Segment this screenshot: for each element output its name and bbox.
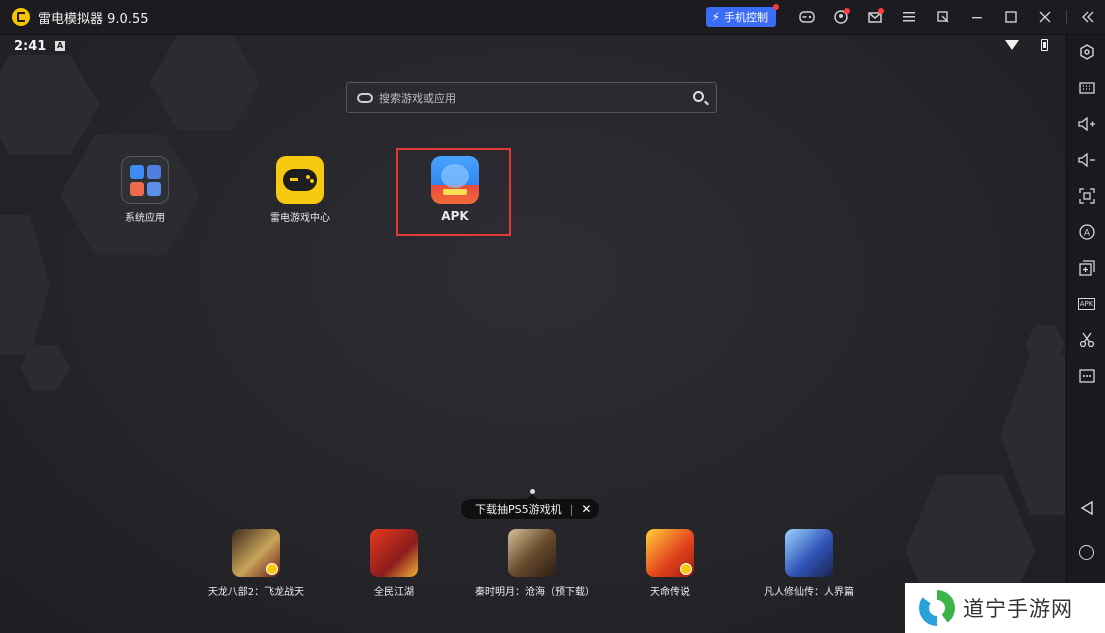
maximize-icon[interactable] [994, 0, 1028, 34]
scissors-icon [1079, 332, 1094, 348]
gamepad-icon [357, 92, 373, 103]
app-label: 系统应用 [125, 213, 165, 224]
background-hexagon [0, 215, 50, 355]
volume-down-button[interactable] [1067, 145, 1105, 175]
app-apk[interactable]: APK [429, 156, 481, 223]
settings-icon [1079, 44, 1094, 60]
android-screen[interactable]: 2:41 A 搜索游戏或应用 系统应用 雷电游戏中心 APK 下载抽PS5游戏机… [0, 35, 1065, 633]
auto-operation-icon: A [1078, 224, 1095, 240]
user-icon[interactable] [824, 0, 858, 34]
side-toolbar: A APK [1066, 35, 1105, 633]
leidian-logo-icon [12, 8, 30, 26]
home-button[interactable] [1067, 537, 1105, 567]
back-button[interactable] [1067, 493, 1105, 523]
title-bar-controls: ⚡ 手机控制 [705, 0, 1105, 34]
background-hexagon [0, 55, 100, 155]
menu-icon[interactable] [892, 0, 926, 34]
game-label: 秦时明月：沧海（预下载） [475, 587, 595, 598]
search-placeholder: 搜索游戏或应用 [379, 91, 456, 105]
game-label: 凡人修仙传：人界篇 [764, 587, 854, 598]
apk-icon: APK [1077, 298, 1096, 310]
game-icon [232, 529, 280, 577]
volume-up-icon [1077, 117, 1095, 131]
game-icon [646, 529, 694, 577]
home-icon [1079, 544, 1094, 560]
notification-dot [878, 8, 884, 14]
game-item[interactable]: 全民江湖 [339, 529, 449, 598]
leidian-badge-icon [266, 563, 278, 575]
watermark-logo-icon [919, 590, 955, 626]
game-icon [370, 529, 418, 577]
game-center-icon [276, 156, 324, 204]
close-icon[interactable]: ✕ [581, 502, 591, 516]
promo-tooltip[interactable]: 下载抽PS5游戏机 | ✕ [461, 494, 600, 519]
divider [1066, 10, 1067, 24]
multi-instance-icon [1078, 260, 1095, 276]
screenshot-icon [1078, 188, 1095, 204]
divider: | [569, 502, 574, 516]
notification-dot [844, 8, 850, 14]
watermark-text: 道宁手游网 [963, 597, 1073, 621]
game-label: 天命传说 [650, 587, 690, 598]
back-icon [1080, 500, 1093, 516]
wifi-icon [1005, 40, 1019, 50]
install-apk-button[interactable]: APK [1067, 289, 1105, 319]
folder-icon [121, 156, 169, 204]
mini-app-icon [130, 182, 144, 196]
volume-down-icon [1077, 153, 1095, 167]
app-leidian-game-center[interactable]: 雷电游戏中心 [262, 156, 338, 224]
search-icon[interactable] [693, 91, 704, 102]
game-label: 天龙八部2：飞龙战天 [207, 587, 305, 598]
lightning-icon: ⚡ [711, 10, 720, 24]
apk-app-icon [431, 156, 479, 204]
gamepad-glyph [283, 169, 317, 191]
watermark: 道宁手游网 [905, 583, 1105, 633]
mini-app-icon [130, 165, 144, 179]
clock: 2:41 [14, 39, 47, 54]
game-item[interactable]: 天龙八部2：飞龙战天 [201, 529, 311, 598]
game-item[interactable]: 天命传说 [615, 529, 725, 598]
app-title: 雷电模拟器 9.0.55 [38, 11, 149, 27]
more-icon [1078, 369, 1095, 383]
collapse-icon[interactable] [1071, 0, 1105, 34]
gamepad-icon[interactable] [790, 0, 824, 34]
keyboard-icon [1078, 82, 1095, 94]
app-system-apps[interactable]: 系统应用 [116, 156, 174, 224]
notification-a-icon: A [55, 41, 65, 51]
mini-app-icon [147, 165, 161, 179]
minimize-icon[interactable] [960, 0, 994, 34]
phone-control-button[interactable]: ⚡ 手机控制 [705, 4, 779, 27]
game-item[interactable]: 秦时明月：沧海（预下载） [475, 529, 595, 598]
settings-button[interactable] [1067, 37, 1105, 67]
phone-control-label: 手机控制 [724, 11, 768, 24]
app-label: 雷电游戏中心 [270, 213, 330, 224]
more-button[interactable] [1067, 361, 1105, 391]
notification-dot [773, 4, 779, 10]
title-bar: 雷电模拟器 9.0.55 ⚡ 手机控制 [0, 0, 1105, 35]
status-bar: 2:41 A [0, 35, 1065, 59]
background-hexagon [1000, 355, 1065, 515]
game-label: 全民江湖 [374, 587, 414, 598]
game-icon [785, 529, 833, 577]
auto-operation-button[interactable]: A [1067, 217, 1105, 247]
search-bar[interactable]: 搜索游戏或应用 [346, 82, 717, 113]
multi-instance-button[interactable] [1067, 253, 1105, 283]
keyboard-button[interactable] [1067, 73, 1105, 103]
screenshot-button[interactable] [1067, 181, 1105, 211]
svg-text:A: A [1083, 229, 1090, 239]
close-icon[interactable] [1028, 0, 1062, 34]
leidian-badge-icon [680, 563, 692, 575]
scissors-button[interactable] [1067, 325, 1105, 355]
mail-icon[interactable] [858, 0, 892, 34]
battery-icon [1041, 39, 1048, 51]
app-label: APK [441, 209, 469, 223]
volume-up-button[interactable] [1067, 109, 1105, 139]
promo-text: 下载抽PS5游戏机 [475, 503, 562, 516]
game-item[interactable]: 凡人修仙传：人界篇 [754, 529, 864, 598]
game-icon [508, 529, 556, 577]
mini-app-icon [147, 182, 161, 196]
restore-icon[interactable] [926, 0, 960, 34]
